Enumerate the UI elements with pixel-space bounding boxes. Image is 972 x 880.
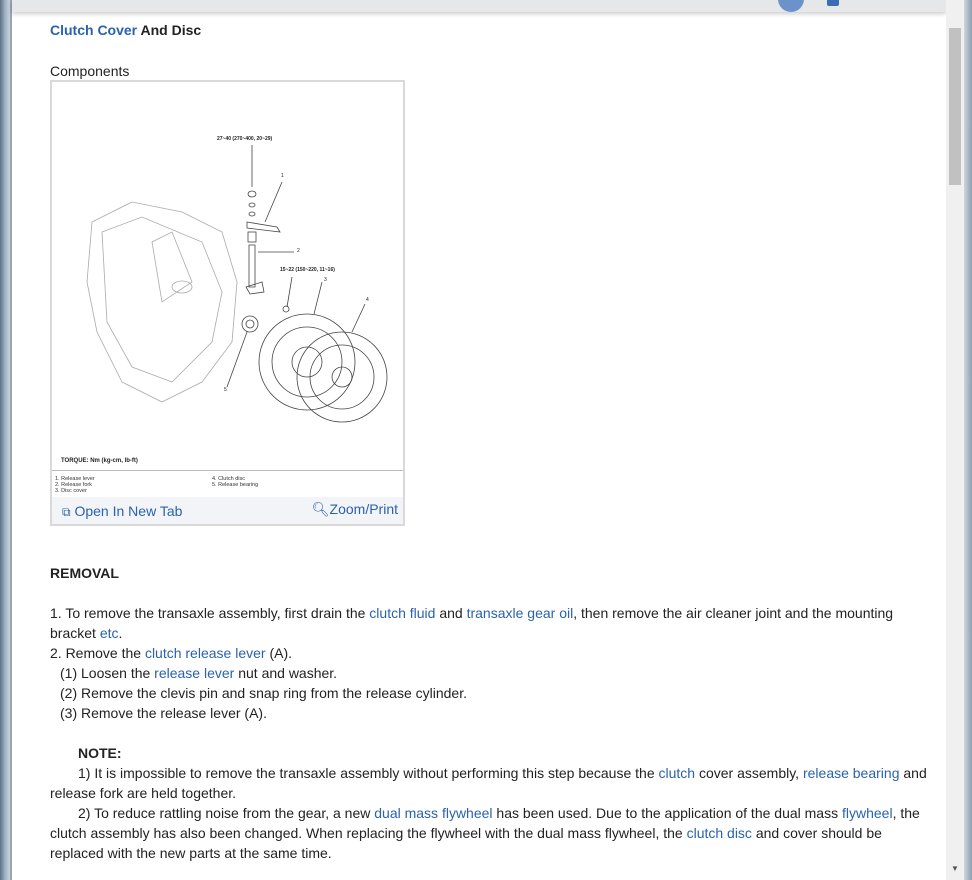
step-2: 2. Remove the clutch release lever (A). xyxy=(50,645,293,661)
step-2-3: (3) Remove the release lever (A). xyxy=(60,705,267,721)
title-text: And Disc xyxy=(137,22,202,38)
figure-legend: 1. Release lever 2. Release fork 3. Disc… xyxy=(52,470,403,497)
torque-units: TORQUE: Nm (kg-cm, lb-ft) xyxy=(61,458,138,464)
link-release-bearing[interactable]: release bearing xyxy=(803,765,900,781)
note-1: 1) It is impossible to remove the transa… xyxy=(50,765,927,801)
link-clutch-fluid[interactable]: clutch fluid xyxy=(369,605,435,621)
removal-heading: REMOVAL xyxy=(50,565,119,581)
window-frame-left xyxy=(0,0,10,880)
open-label: Open In New Tab xyxy=(74,503,183,519)
toolbar-icon[interactable] xyxy=(827,0,839,6)
title-link[interactable]: Clutch Cover xyxy=(50,22,137,38)
link-flywheel[interactable]: flywheel xyxy=(842,805,893,821)
callout-4: 4 xyxy=(366,297,369,303)
figure-actions: ⧉ Open In New Tab 🔍︎Zoom/Print xyxy=(52,497,403,524)
open-in-new-tab-button[interactable]: ⧉ Open In New Tab xyxy=(62,503,182,520)
legend-item: 3. Disc cover xyxy=(55,488,87,494)
top-toolbar xyxy=(12,0,946,12)
zoom-print-button[interactable]: 🔍︎Zoom/Print xyxy=(312,501,398,518)
callout-2: 2 xyxy=(297,248,300,254)
callout-5: 5 xyxy=(224,387,227,393)
link-clutch-release-lever[interactable]: clutch release lever xyxy=(145,645,266,661)
step-2-1: (1) Loosen the release lever nut and was… xyxy=(60,665,338,681)
callout-3: 3 xyxy=(324,277,327,283)
section-label: Components xyxy=(50,63,130,79)
removal-section: REMOVAL 1. To remove the transaxle assem… xyxy=(50,563,935,863)
link-etc[interactable]: etc xyxy=(100,625,119,641)
avatar[interactable] xyxy=(778,0,804,12)
note-2: 2) To reduce rattling noise from the gea… xyxy=(50,805,920,861)
window-border xyxy=(10,0,12,880)
link-clutch-disc[interactable]: clutch disc xyxy=(687,825,752,841)
note-heading: NOTE: xyxy=(78,745,122,761)
legend-item: 5. Release bearing xyxy=(212,482,259,488)
scrollbar-thumb[interactable] xyxy=(949,28,961,185)
open-new-tab-icon: ⧉ xyxy=(62,505,71,519)
torque-spec-2: 15~22 (150~220, 11~16) xyxy=(280,267,335,273)
link-release-lever[interactable]: release lever xyxy=(154,665,234,681)
link-dual-mass-flywheel[interactable]: dual mass flywheel xyxy=(374,805,492,821)
torque-spec-1: 27~40 (270~400, 20~29) xyxy=(217,136,273,142)
components-figure: 27~40 (270~400, 20~29) 15~22 (150~220, 1… xyxy=(50,80,405,526)
link-clutch[interactable]: clutch xyxy=(659,765,696,781)
magnifier-plus-icon: 🔍︎ xyxy=(311,501,330,517)
step-2-2: (2) Remove the clevis pin and snap ring … xyxy=(60,685,467,701)
link-transaxle-gear-oil[interactable]: transaxle gear oil xyxy=(467,605,574,621)
window-frame-right xyxy=(964,0,972,880)
step-1: 1. To remove the transaxle assembly, fir… xyxy=(50,605,894,641)
scroll-down-arrow-icon[interactable]: ▼ xyxy=(949,864,961,876)
callout-1: 1 xyxy=(281,173,284,179)
page-title: Clutch Cover And Disc xyxy=(50,22,201,38)
zoom-label: Zoom/Print xyxy=(329,501,398,517)
